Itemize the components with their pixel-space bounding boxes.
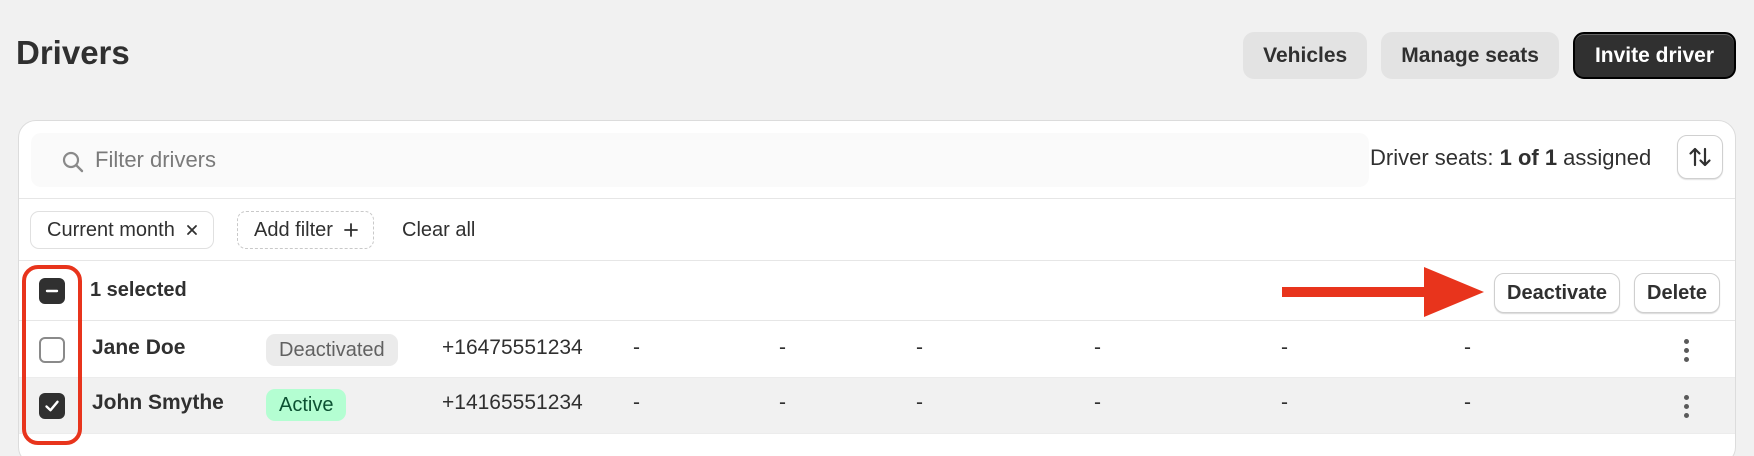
selected-count: 1 selected <box>90 279 187 301</box>
filter-bar: Current month Add filter Clear all <box>19 199 1735 261</box>
search-box[interactable] <box>31 133 1369 187</box>
checkbox-highlight-annotation <box>22 265 82 445</box>
status-badge: Active <box>266 389 347 421</box>
table-cell: - <box>779 336 786 359</box>
table-cell: - <box>633 391 640 414</box>
table-cell: - <box>633 336 640 359</box>
seats-count: 1 of 1 <box>1499 145 1558 170</box>
vehicles-button[interactable]: Vehicles <box>1243 32 1368 79</box>
seats-summary: Driver seats: 1 of 1 assigned <box>1370 145 1651 171</box>
table-cell: - <box>1094 336 1101 359</box>
more-vertical-icon[interactable] <box>1674 388 1698 424</box>
driver-name[interactable]: Jane Doe <box>92 336 185 360</box>
plus-icon <box>344 223 358 237</box>
page-title: Drivers <box>16 34 130 71</box>
driver-phone: +14165551234 <box>442 391 583 414</box>
status-badge: Deactivated <box>266 334 398 366</box>
seats-prefix: Driver seats: <box>1370 145 1500 170</box>
table-cell: - <box>916 391 923 414</box>
table-cell: - <box>1281 336 1288 359</box>
search-input[interactable] <box>95 133 1295 187</box>
table-cell: - <box>1464 391 1471 414</box>
add-filter-button[interactable]: Add filter <box>237 211 374 249</box>
invite-driver-button[interactable]: Invite driver <box>1572 32 1736 79</box>
deactivate-button[interactable]: Deactivate <box>1494 273 1621 313</box>
filter-chip-label: Current month <box>47 218 175 241</box>
driver-name[interactable]: John Smythe <box>92 391 224 415</box>
driver-phone: +16475551234 <box>442 336 583 359</box>
add-filter-label: Add filter <box>254 218 333 241</box>
sort-arrows-icon <box>1689 147 1711 167</box>
arrow-annotation-icon <box>1282 267 1484 317</box>
table-cell: - <box>779 391 786 414</box>
manage-seats-button[interactable]: Manage seats <box>1381 32 1559 79</box>
filter-chip-current-month[interactable]: Current month <box>30 211 214 249</box>
delete-button[interactable]: Delete <box>1634 273 1721 313</box>
more-vertical-icon[interactable] <box>1674 332 1698 368</box>
table-cell: - <box>1094 391 1101 414</box>
table-cell: - <box>1464 336 1471 359</box>
header-actions: Vehicles Manage seats Invite driver <box>1243 32 1736 79</box>
table-row[interactable]: Jane Doe Deactivated +16475551234 - - - … <box>19 322 1735 378</box>
close-icon[interactable] <box>185 223 199 237</box>
table-row[interactable]: John Smythe Active +14165551234 - - - - … <box>19 378 1735 434</box>
table-cell: - <box>916 336 923 359</box>
table-toolbar: Driver seats: 1 of 1 assigned <box>19 121 1735 199</box>
table-cell: - <box>1281 391 1288 414</box>
seats-suffix: assigned <box>1557 145 1652 170</box>
sort-button[interactable] <box>1677 135 1723 179</box>
clear-all-button[interactable]: Clear all <box>402 219 475 242</box>
search-icon <box>62 151 84 173</box>
